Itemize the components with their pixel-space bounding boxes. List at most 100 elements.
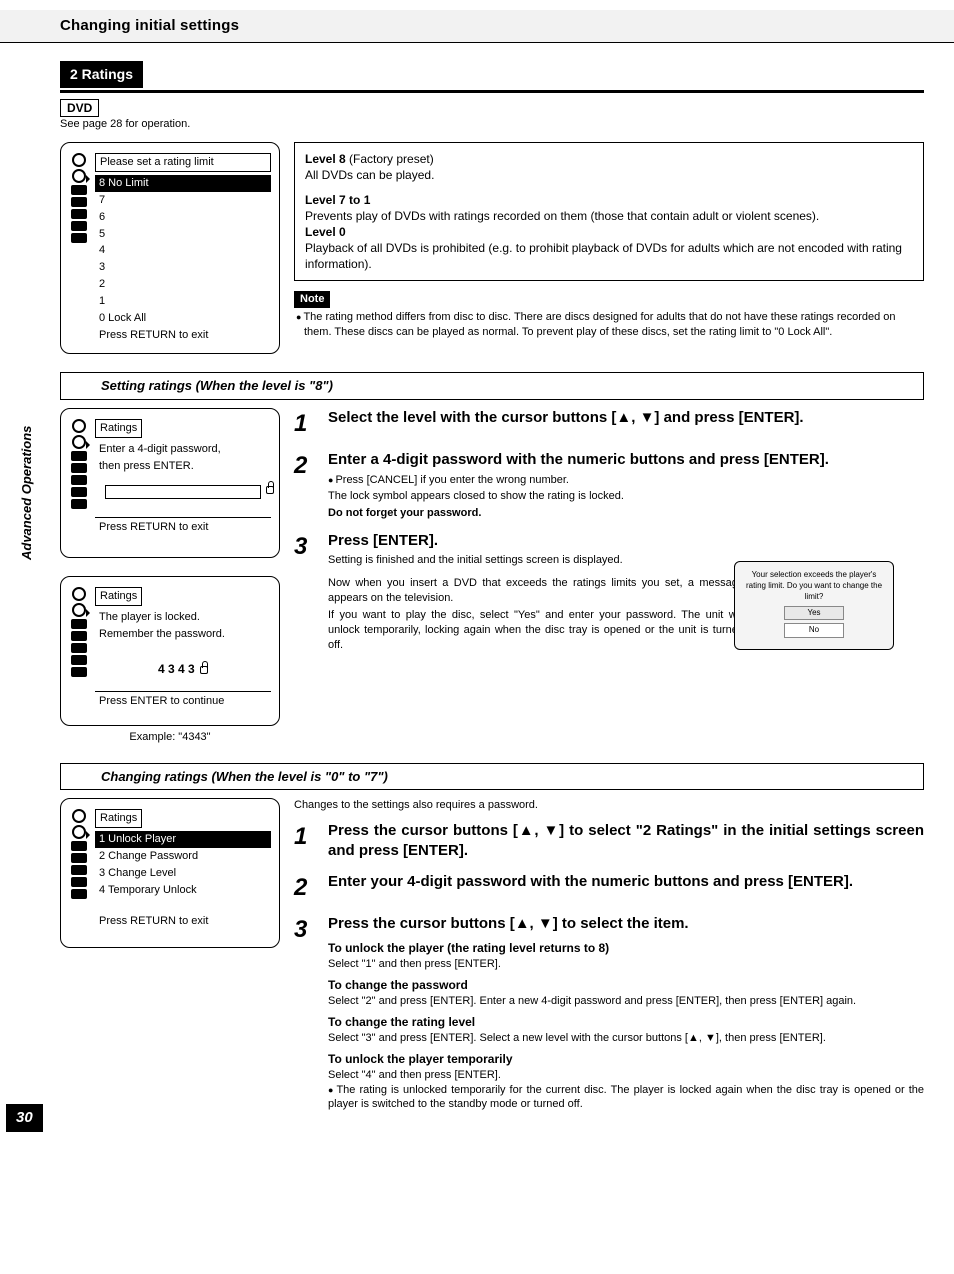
osd-selected-item: 8 No Limit bbox=[95, 175, 271, 192]
page-header: Changing initial settings bbox=[0, 10, 954, 43]
slot-icon bbox=[71, 209, 87, 219]
subheading-changing-ratings: Changing ratings (When the level is "0" … bbox=[60, 763, 924, 791]
chg-step1-title: Press the cursor buttons [▲, ▼] to selec… bbox=[328, 821, 924, 862]
slot-icon bbox=[71, 841, 87, 851]
chg-step2-title: Enter your 4-digit password with the num… bbox=[328, 872, 924, 892]
osd-footer: Press RETURN to exit bbox=[95, 327, 271, 344]
slot-icon bbox=[71, 463, 87, 473]
step3-note: Setting is finished and the initial sett… bbox=[328, 553, 744, 568]
osd-item: 1 bbox=[95, 293, 271, 310]
slot-icon bbox=[71, 475, 87, 485]
osd-icon-strip bbox=[69, 419, 89, 547]
osd-title: Ratings bbox=[95, 419, 142, 438]
osd-item: 2 Change Password bbox=[95, 848, 271, 865]
osd-text: Enter a 4-digit password, bbox=[95, 441, 271, 458]
slot-icon bbox=[71, 185, 87, 195]
step-number: 3 bbox=[294, 914, 314, 1112]
slot-icon bbox=[71, 197, 87, 207]
unlock-player-desc: Select "1" and then press [ENTER]. bbox=[328, 957, 924, 972]
level0-title: Level 0 bbox=[305, 224, 913, 240]
see-page-ref: See page 28 for operation. bbox=[60, 117, 924, 132]
step-number: 3 bbox=[294, 531, 314, 652]
tv-dialog: Your selection exceeds the player's rati… bbox=[734, 561, 894, 650]
osd-item: 2 bbox=[95, 276, 271, 293]
step3-title: Press [ENTER]. bbox=[328, 531, 744, 551]
header-title: Changing initial settings bbox=[60, 16, 894, 36]
temp-unlock-desc1: Select "4" and then press [ENTER]. bbox=[328, 1068, 924, 1083]
tv-no-button[interactable]: No bbox=[784, 623, 844, 638]
osd-item: 3 bbox=[95, 259, 271, 276]
osd-item: 4 bbox=[95, 242, 271, 259]
disc-play-icon bbox=[72, 825, 86, 839]
page-number: 30 bbox=[6, 1104, 43, 1132]
slot-icon bbox=[71, 643, 87, 653]
slot-icon bbox=[71, 877, 87, 887]
note-label: Note bbox=[294, 291, 330, 308]
slot-icon bbox=[71, 233, 87, 243]
disc-icon bbox=[72, 419, 86, 433]
subheading-setting-ratings: Setting ratings (When the level is "8") bbox=[60, 372, 924, 400]
osd-text: Remember the password. bbox=[95, 626, 271, 643]
tv-yes-button[interactable]: Yes bbox=[784, 606, 844, 621]
osd-item: 5 bbox=[95, 226, 271, 243]
note-text: The rating method differs from disc to d… bbox=[294, 310, 924, 340]
password-field bbox=[105, 485, 261, 499]
slot-icon bbox=[71, 631, 87, 641]
change-level-title: To change the rating level bbox=[328, 1014, 924, 1030]
chg-step3-title: Press the cursor buttons [▲, ▼] to selec… bbox=[328, 914, 924, 934]
slot-icon bbox=[71, 221, 87, 231]
step-number: 2 bbox=[294, 450, 314, 521]
section-strip bbox=[60, 90, 924, 93]
change-level-desc: Select "3" and press [ENTER]. Select a n… bbox=[328, 1031, 924, 1046]
osd-change-ratings: Ratings 1 Unlock Player 2 Change Passwor… bbox=[60, 798, 280, 948]
slot-icon bbox=[71, 487, 87, 497]
change-password-desc: Select "2" and press [ENTER]. Enter a ne… bbox=[328, 994, 924, 1009]
osd-item: 4 Temporary Unlock bbox=[95, 882, 271, 899]
level8-paren: (Factory preset) bbox=[346, 152, 434, 166]
osd-item: 0 Lock All bbox=[95, 310, 271, 327]
temp-unlock-title: To unlock the player temporarily bbox=[328, 1051, 924, 1067]
step2-note-bold: Do not forget your password. bbox=[328, 506, 924, 521]
disc-icon bbox=[72, 809, 86, 823]
tv-message: Your selection exceeds the player's rati… bbox=[743, 570, 885, 602]
levels-description-box: Level 8 (Factory preset) All DVDs can be… bbox=[294, 142, 924, 281]
osd-footer: Press RETURN to exit bbox=[95, 517, 271, 536]
osd-text: The player is locked. bbox=[95, 609, 271, 626]
osd-item: 6 bbox=[95, 209, 271, 226]
slot-icon bbox=[71, 451, 87, 461]
dvd-badge: DVD bbox=[60, 99, 99, 117]
example-caption: Example: "4343" bbox=[60, 730, 280, 745]
step2-note: Press [CANCEL] if you enter the wrong nu… bbox=[328, 473, 924, 488]
osd-text: then press ENTER. bbox=[95, 458, 271, 475]
level71-title: Level 7 to 1 bbox=[305, 192, 913, 208]
disc-play-icon bbox=[72, 435, 86, 449]
level8-desc: All DVDs can be played. bbox=[305, 167, 913, 183]
slot-icon bbox=[71, 667, 87, 677]
step-number: 1 bbox=[294, 408, 314, 440]
step3-para: If you want to play the disc, select "Ye… bbox=[328, 608, 744, 653]
osd-title: Ratings bbox=[95, 587, 142, 606]
disc-play-icon bbox=[72, 169, 86, 183]
sidebar-section-label: Advanced Operations bbox=[18, 426, 36, 560]
osd-icon-strip bbox=[69, 153, 89, 343]
osd-enter-password: Ratings Enter a 4-digit password, then p… bbox=[60, 408, 280, 558]
slot-icon bbox=[71, 853, 87, 863]
disc-icon bbox=[72, 587, 86, 601]
slot-icon bbox=[71, 619, 87, 629]
slot-icon bbox=[71, 499, 87, 509]
osd-footer: Press ENTER to continue bbox=[95, 691, 271, 710]
step2-note: The lock symbol appears closed to show t… bbox=[328, 489, 924, 504]
level71-desc: Prevents play of DVDs with ratings recor… bbox=[305, 208, 913, 224]
osd-title: Please set a rating limit bbox=[95, 153, 271, 172]
osd-item: 3 Change Level bbox=[95, 865, 271, 882]
step2-title: Enter a 4-digit password with the numeri… bbox=[328, 450, 924, 470]
disc-play-icon bbox=[72, 603, 86, 617]
osd-locked: Ratings The player is locked. Remember t… bbox=[60, 576, 280, 726]
osd-item: 7 bbox=[95, 192, 271, 209]
osd-icon-strip bbox=[69, 809, 89, 937]
osd-title: Ratings bbox=[95, 809, 142, 828]
temp-unlock-desc2: The rating is unlocked temporarily for t… bbox=[328, 1083, 924, 1113]
slot-icon bbox=[71, 865, 87, 875]
change-password-title: To change the password bbox=[328, 977, 924, 993]
ratings-section: 2 Ratings DVD See page 28 for operation. bbox=[60, 61, 924, 132]
